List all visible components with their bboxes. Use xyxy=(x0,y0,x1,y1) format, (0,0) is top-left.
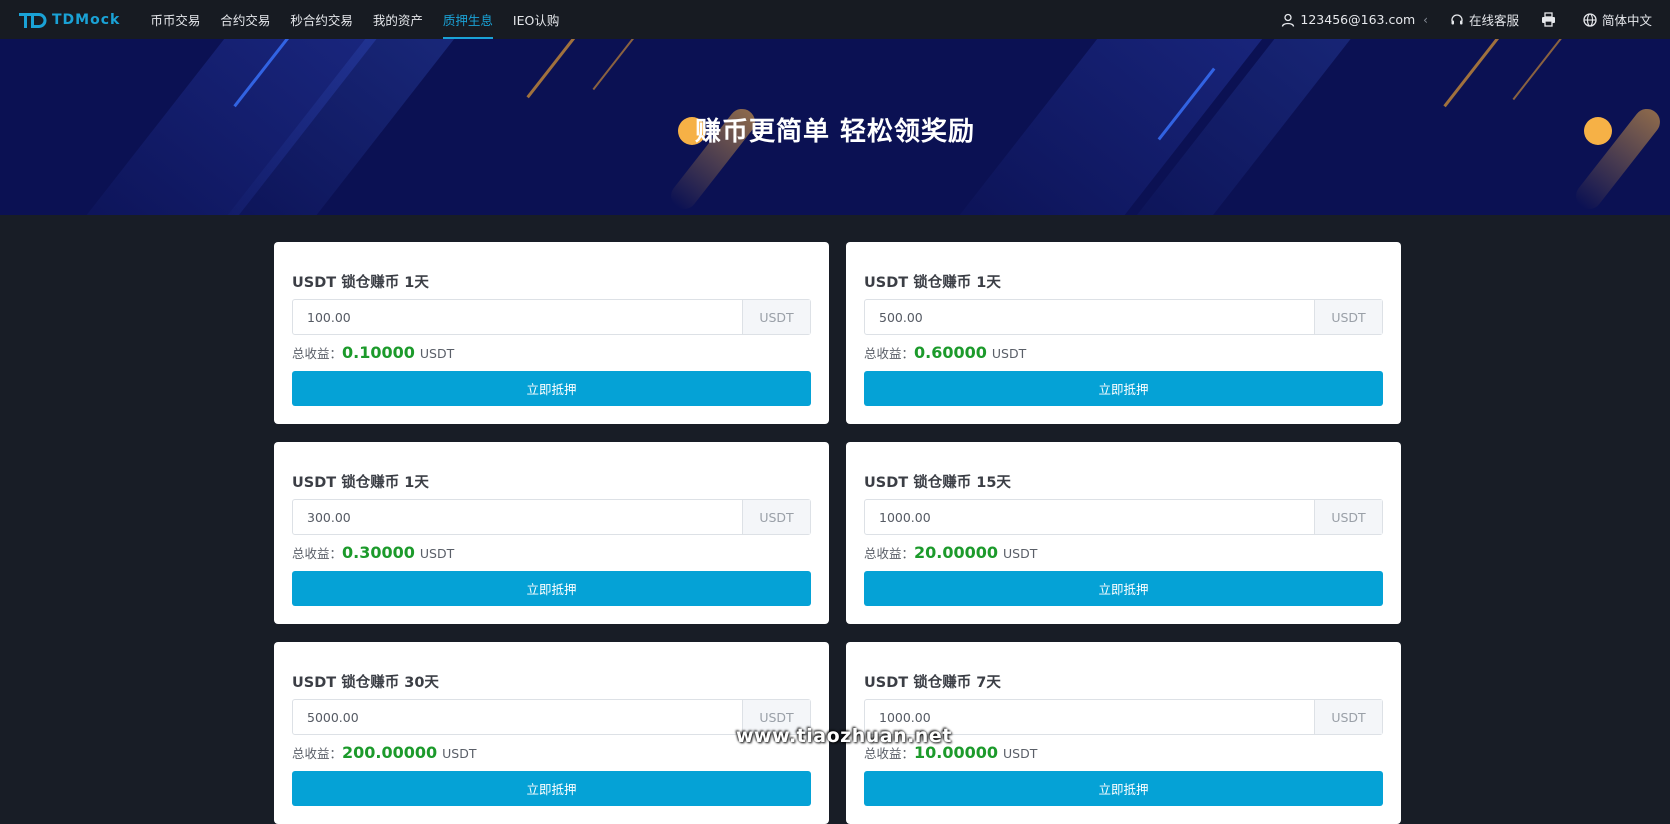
income-value: 20.00000 xyxy=(914,543,999,562)
amount-field: USDT xyxy=(864,499,1383,535)
nav-link-staking[interactable]: 质押生息 xyxy=(433,0,503,39)
watermark-text: www.tiaozhuan.net xyxy=(736,725,952,747)
total-income: 总收益： 200.00000 USDT xyxy=(292,743,477,762)
nav-right: 123456@163.com ‹ 在线客服 简体中文 xyxy=(1259,0,1652,39)
amount-field: USDT xyxy=(292,699,811,735)
amount-input[interactable] xyxy=(293,300,742,334)
banner-stripe xyxy=(526,39,597,99)
user-icon xyxy=(1281,13,1295,27)
banner-stripe xyxy=(592,39,650,91)
nav-link-second-contract[interactable]: 秒合约交易 xyxy=(280,0,363,39)
print-button[interactable] xyxy=(1541,12,1561,27)
card-title: USDT 锁仓赚币 30天 xyxy=(292,675,439,691)
card-title: USDT 锁仓赚币 15天 xyxy=(864,475,1011,491)
support-label: 在线客服 xyxy=(1468,13,1519,28)
main-menu: 币币交易 合约交易 秒合约交易 我的资产 质押生息 IEO认购 xyxy=(140,0,569,39)
logo-icon xyxy=(18,10,48,30)
total-income: 总收益： 0.60000 USDT xyxy=(864,343,1026,362)
printer-icon xyxy=(1541,12,1556,27)
language-label: 简体中文 xyxy=(1601,13,1652,28)
staking-card: USDT 锁仓赚币 1天 USDT 总收益： 0.10000 USDT 立即抵押 xyxy=(274,242,829,424)
income-label: 总收益： xyxy=(292,746,343,761)
amount-unit: USDT xyxy=(742,300,810,334)
income-unit: USDT xyxy=(442,746,477,761)
stake-now-button[interactable]: 立即抵押 xyxy=(292,571,811,606)
top-navbar: TDMock 币币交易 合约交易 秒合约交易 我的资产 质押生息 IEO认购 1… xyxy=(0,0,1670,39)
staking-card: USDT 锁仓赚币 1天 USDT 总收益： 0.30000 USDT 立即抵押 xyxy=(274,442,829,624)
hero-banner: 赚币更简单 轻松领奖励 xyxy=(0,39,1670,215)
stake-now-button[interactable]: 立即抵押 xyxy=(864,771,1383,806)
card-title: USDT 锁仓赚币 1天 xyxy=(292,275,429,291)
user-menu[interactable]: 123456@163.com ‹ xyxy=(1281,12,1428,27)
income-label: 总收益： xyxy=(292,346,343,361)
income-value: 0.60000 xyxy=(914,343,987,362)
stake-now-button[interactable]: 立即抵押 xyxy=(292,371,811,406)
total-income: 总收益： 20.00000 USDT xyxy=(864,543,1037,562)
amount-field: USDT xyxy=(864,299,1383,335)
globe-icon xyxy=(1583,12,1597,27)
amount-input[interactable] xyxy=(293,700,742,734)
banner-stripe xyxy=(1512,39,1570,101)
amount-unit: USDT xyxy=(1314,500,1382,534)
income-value: 200.00000 xyxy=(342,743,438,762)
amount-input[interactable] xyxy=(293,500,742,534)
income-value: 0.30000 xyxy=(342,543,415,562)
income-label: 总收益： xyxy=(864,546,915,561)
card-title: USDT 锁仓赚币 7天 xyxy=(864,675,1001,691)
logo-text: TDMock xyxy=(52,11,121,28)
income-unit: USDT xyxy=(419,546,455,561)
stake-now-button[interactable]: 立即抵押 xyxy=(864,571,1383,606)
amount-input[interactable] xyxy=(865,500,1314,534)
card-title: USDT 锁仓赚币 1天 xyxy=(864,275,1001,291)
chevron-left-icon: ‹ xyxy=(1423,12,1428,27)
staking-card: USDT 锁仓赚币 15天 USDT 总收益： 20.00000 USDT 立即… xyxy=(846,442,1401,624)
amount-field: USDT xyxy=(292,299,811,335)
online-support[interactable]: 在线客服 xyxy=(1450,10,1519,29)
banner-stripe xyxy=(1443,39,1520,108)
income-unit: USDT xyxy=(419,346,455,361)
banner-title: 赚币更简单 轻松领奖励 xyxy=(694,117,976,147)
income-value: 0.10000 xyxy=(342,343,415,362)
total-income: 总收益： 0.30000 USDT xyxy=(292,543,454,562)
amount-unit: USDT xyxy=(742,500,810,534)
income-label: 总收益： xyxy=(864,346,915,361)
staking-card: USDT 锁仓赚币 1天 USDT 总收益： 0.60000 USDT 立即抵押 xyxy=(846,242,1401,424)
card-title: USDT 锁仓赚币 1天 xyxy=(292,475,429,491)
stake-now-button[interactable]: 立即抵押 xyxy=(864,371,1383,406)
amount-unit: USDT xyxy=(1314,700,1382,734)
stake-now-button[interactable]: 立即抵押 xyxy=(292,771,811,806)
headset-icon xyxy=(1450,13,1464,27)
income-unit: USDT xyxy=(991,346,1027,361)
total-income: 总收益： 0.10000 USDT xyxy=(292,343,454,362)
amount-field: USDT xyxy=(292,499,811,535)
income-unit: USDT xyxy=(1003,546,1038,561)
income-unit: USDT xyxy=(1003,746,1038,761)
language-switch[interactable]: 简体中文 xyxy=(1583,10,1652,29)
nav-link-spot[interactable]: 币币交易 xyxy=(140,0,210,39)
amount-unit: USDT xyxy=(1314,300,1382,334)
nav-link-ieo[interactable]: IEO认购 xyxy=(503,0,569,39)
nav-link-assets[interactable]: 我的资产 xyxy=(363,0,433,39)
nav-link-contract[interactable]: 合约交易 xyxy=(210,0,280,39)
amount-input[interactable] xyxy=(865,300,1314,334)
logo[interactable]: TDMock xyxy=(18,0,120,39)
user-email: 123456@163.com xyxy=(1300,12,1416,27)
income-label: 总收益： xyxy=(292,546,343,561)
